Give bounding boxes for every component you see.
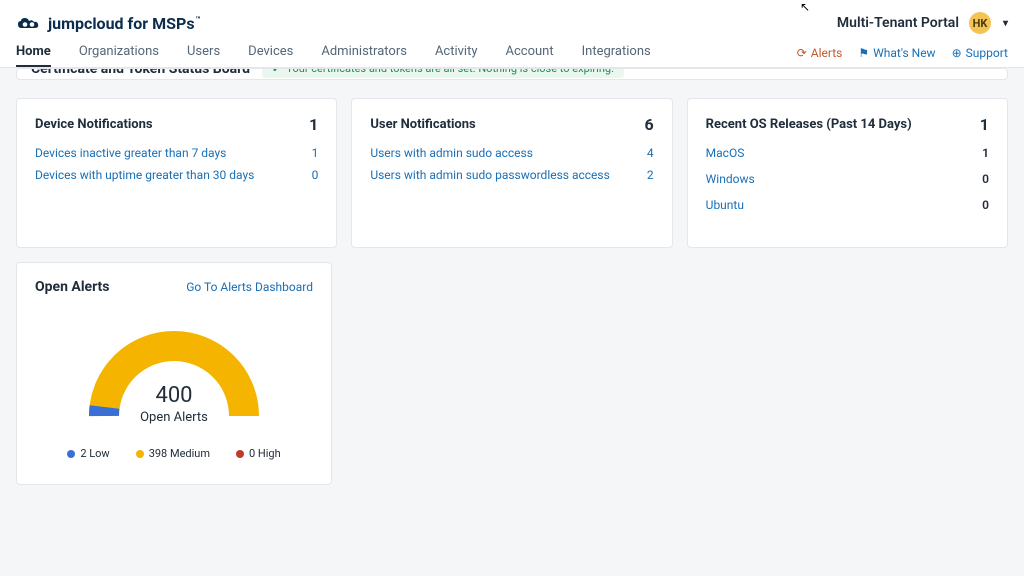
page-body: Certificate and Token Status Board ✔ You…: [0, 68, 1024, 501]
os-releases-card: Recent OS Releases (Past 14 Days) 1 MacO…: [687, 98, 1008, 248]
topbar: jumpcloud for MSPs™ Multi-Tenant Portal …: [0, 0, 1024, 38]
avatar[interactable]: HK: [969, 12, 991, 34]
nav-links: ⟳Alerts ⚑What's New ⊕Support: [797, 46, 1008, 60]
open-alerts-card: Open Alerts Go To Alerts Dashboard 400 O…: [16, 262, 332, 485]
user-card-count: 6: [644, 115, 653, 134]
device-uptime-link[interactable]: Devices with uptime greater than 30 days: [35, 168, 254, 182]
legend-high: 0 High: [236, 447, 281, 460]
gauge-label: Open Alerts: [84, 410, 264, 425]
device-card-count: 1: [309, 115, 318, 134]
brand[interactable]: jumpcloud for MSPs™: [16, 14, 201, 33]
tab-home[interactable]: Home: [16, 38, 51, 67]
tab-administrators[interactable]: Administrators: [321, 38, 407, 67]
nav-tabs: Home Organizations Users Devices Adminis…: [16, 38, 651, 67]
os-macos-link[interactable]: MacOS: [706, 146, 745, 160]
nav-alerts-link[interactable]: ⟳Alerts: [797, 46, 843, 60]
lifering-icon: ⊕: [952, 46, 962, 60]
second-row: Open Alerts Go To Alerts Dashboard 400 O…: [16, 262, 1008, 485]
cards-row: Device Notifications 1 Devices inactive …: [16, 98, 1008, 248]
user-sudo-value: 4: [647, 146, 654, 160]
dot-medium-icon: [136, 450, 144, 458]
user-sudo-pwless-link[interactable]: Users with admin sudo passwordless acces…: [370, 168, 609, 182]
list-item: Devices inactive greater than 7 days 1: [35, 146, 318, 160]
brand-logo-icon: [16, 15, 42, 31]
tab-devices[interactable]: Devices: [248, 38, 293, 67]
brand-name: jumpcloud for MSPs™: [48, 14, 201, 33]
device-inactive-link[interactable]: Devices inactive greater than 7 days: [35, 146, 226, 160]
goto-alerts-dashboard-link[interactable]: Go To Alerts Dashboard: [186, 280, 313, 294]
user-sudo-pwless-value: 2: [647, 168, 654, 182]
tab-activity[interactable]: Activity: [435, 38, 478, 67]
list-item: Ubuntu 0: [706, 198, 989, 212]
navbar: Home Organizations Users Devices Adminis…: [0, 38, 1024, 68]
device-inactive-value: 1: [312, 146, 319, 160]
os-windows-value: 0: [982, 172, 989, 186]
tab-organizations[interactable]: Organizations: [79, 38, 159, 67]
cert-status-bar: Certificate and Token Status Board ✔ You…: [16, 68, 1008, 80]
legend-medium: 398 Medium: [136, 447, 210, 460]
cert-status-title: Certificate and Token Status Board: [31, 68, 250, 77]
os-ubuntu-value: 0: [982, 198, 989, 212]
list-item: Devices with uptime greater than 30 days…: [35, 168, 318, 182]
tab-account[interactable]: Account: [506, 38, 554, 67]
check-icon: ✔: [272, 68, 281, 75]
alerts-legend: 2 Low 398 Medium 0 High: [35, 447, 313, 460]
legend-low: 2 Low: [67, 447, 109, 460]
bell-icon: ⟳: [797, 46, 807, 60]
list-item: Users with admin sudo passwordless acces…: [370, 168, 653, 182]
chevron-down-icon[interactable]: ▾: [1003, 18, 1008, 29]
user-card-title: User Notifications: [370, 117, 475, 132]
dot-high-icon: [236, 450, 244, 458]
cert-status-viewall[interactable]: View All: [954, 68, 993, 72]
flag-icon: ⚑: [858, 46, 869, 60]
list-item: MacOS 1: [706, 146, 989, 160]
device-notifications-card: Device Notifications 1 Devices inactive …: [16, 98, 337, 248]
device-card-title: Device Notifications: [35, 117, 153, 132]
user-notifications-card: User Notifications 6 Users with admin su…: [351, 98, 672, 248]
open-alerts-title: Open Alerts: [35, 279, 109, 295]
gauge-total: 400: [84, 383, 264, 408]
tab-users[interactable]: Users: [187, 38, 220, 67]
list-item: Users with admin sudo access 4: [370, 146, 653, 160]
nav-whatsnew-link[interactable]: ⚑What's New: [858, 46, 935, 60]
tab-integrations[interactable]: Integrations: [582, 38, 651, 67]
cert-status-pill: ✔ Your certificates and tokens are all s…: [262, 68, 624, 78]
os-macos-value: 1: [982, 146, 989, 160]
os-card-title: Recent OS Releases (Past 14 Days): [706, 117, 912, 132]
os-card-count: 1: [980, 115, 989, 134]
user-sudo-link[interactable]: Users with admin sudo access: [370, 146, 533, 160]
nav-support-link[interactable]: ⊕Support: [952, 46, 1008, 60]
device-uptime-value: 0: [312, 168, 319, 182]
top-right: Multi-Tenant Portal HK ▾: [837, 12, 1008, 34]
list-item: Windows 0: [706, 172, 989, 186]
dot-low-icon: [67, 450, 75, 458]
alerts-gauge: 400 Open Alerts: [84, 321, 264, 431]
os-ubuntu-link[interactable]: Ubuntu: [706, 198, 744, 212]
portal-label: Multi-Tenant Portal: [837, 15, 959, 31]
os-windows-link[interactable]: Windows: [706, 172, 755, 186]
